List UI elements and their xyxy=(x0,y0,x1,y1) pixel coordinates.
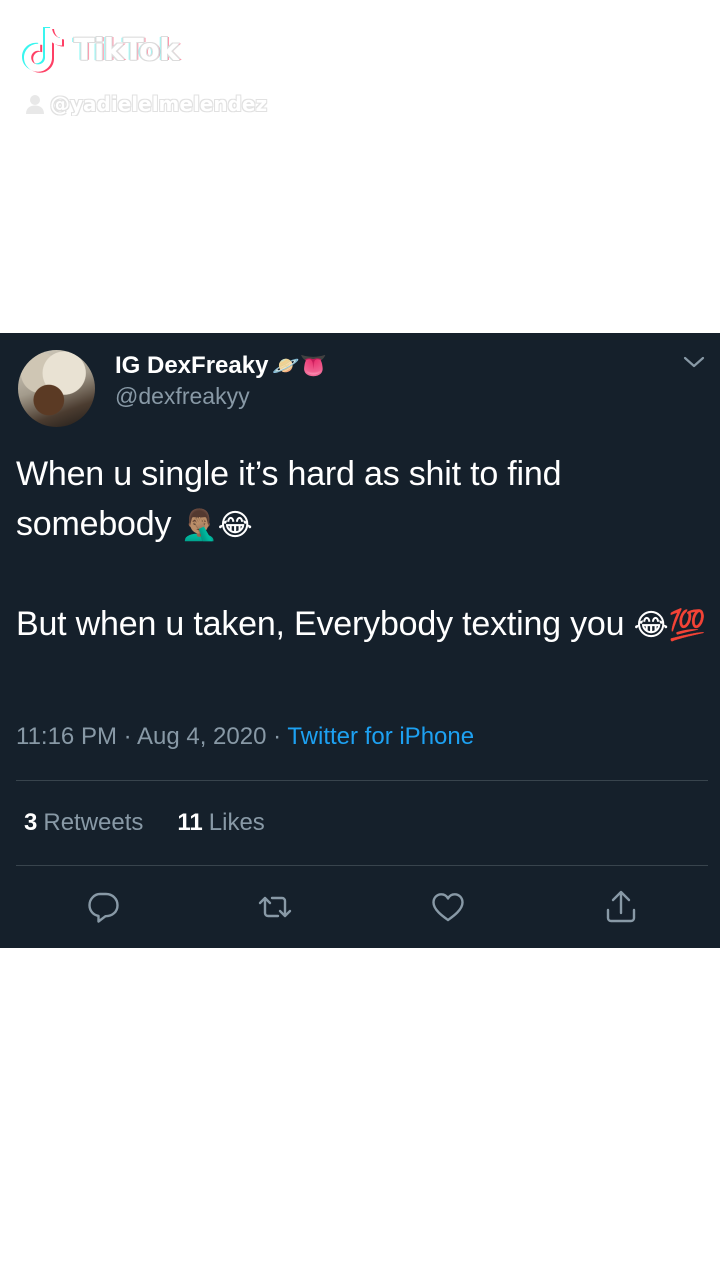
tiktok-note-icon xyxy=(22,27,64,73)
tweet-date[interactable]: Aug 4, 2020 xyxy=(137,723,266,750)
display-name[interactable]: IG DexFreaky xyxy=(115,352,268,380)
name-emojis: 🪐👅 xyxy=(272,353,328,378)
meta-separator: · xyxy=(123,723,132,750)
avatar[interactable] xyxy=(18,350,95,427)
likes-stat[interactable]: 11 Likes xyxy=(177,809,264,837)
reply-icon[interactable] xyxy=(85,889,121,925)
tweet-card: IG DexFreaky 🪐👅 @dexfreakyy When u singl… xyxy=(0,333,720,948)
tiktok-handle: @yadielelmelendez xyxy=(50,92,268,116)
tweet-emoji-1: 🤦🏽‍♂️😂 xyxy=(180,509,253,542)
tweet-time[interactable]: 11:16 PM xyxy=(16,723,117,750)
likes-label: Likes xyxy=(208,809,265,836)
retweets-stat[interactable]: 3 Retweets xyxy=(24,809,143,837)
share-icon[interactable] xyxy=(603,889,639,925)
tweet-text-line-2: But when u taken, Everybody texting you xyxy=(16,605,634,643)
display-name-row[interactable]: IG DexFreaky 🪐👅 xyxy=(115,349,327,383)
tweet-meta: 11:16 PM · Aug 4, 2020 · Twitter for iPh… xyxy=(16,723,474,751)
meta-separator: · xyxy=(273,723,282,750)
tweet-actions xyxy=(0,889,720,929)
chevron-down-icon[interactable] xyxy=(682,353,706,371)
retweets-count: 3 xyxy=(24,809,38,836)
user-handle[interactable]: @dexfreakyy xyxy=(115,383,250,410)
divider xyxy=(16,780,708,781)
retweets-label: Retweets xyxy=(43,809,144,836)
tweet-text: When u single it’s hard as shit to find … xyxy=(16,449,706,649)
tweet-paragraph-1: When u single it’s hard as shit to find … xyxy=(16,449,706,549)
likes-count: 11 xyxy=(177,809,203,836)
tiktok-user: @yadielelmelendez xyxy=(24,92,267,116)
tiktok-title: TikTok xyxy=(74,32,179,68)
tiktok-watermark: TikTok @yadielelmelendez xyxy=(18,22,338,122)
user-icon xyxy=(26,95,44,114)
divider xyxy=(16,865,708,866)
like-icon[interactable] xyxy=(430,889,466,925)
tweet-text-line-1: When u single it’s hard as shit to find … xyxy=(16,455,562,543)
tweet-emoji-2: 😂💯 xyxy=(633,609,706,642)
tweet-paragraph-2: But when u taken, Everybody texting you … xyxy=(16,599,706,649)
tweet-stats: 3 Retweets 11 Likes xyxy=(24,809,265,837)
tweet-source-link[interactable]: Twitter for iPhone xyxy=(287,723,474,750)
tiktok-brand: TikTok xyxy=(18,22,179,78)
retweet-icon[interactable] xyxy=(257,889,293,925)
